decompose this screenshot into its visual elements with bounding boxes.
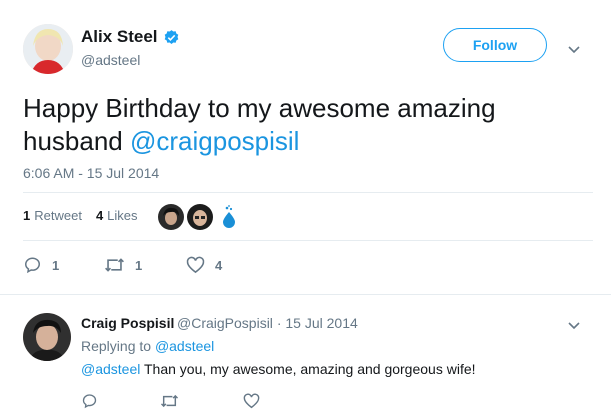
reply-icon (24, 257, 41, 274)
follow-button[interactable]: Follow (443, 28, 547, 62)
tweet-stats: 1 Retweet 4 Likes (23, 208, 152, 223)
reply-author-avatar[interactable] (23, 313, 71, 361)
tweet-mention-link[interactable]: @craigpospisil (130, 126, 299, 156)
chevron-down-icon[interactable] (567, 42, 581, 54)
author-avatar[interactable] (23, 24, 73, 74)
like-icon (186, 256, 205, 274)
liker-avatar[interactable] (216, 204, 242, 230)
reply-icon (82, 394, 97, 409)
liker-avatar[interactable] (187, 204, 213, 230)
divider (23, 192, 593, 193)
likes-count: 4 (95, 208, 104, 223)
reply-body: Than you, my awesome, amazing and gorgeo… (140, 361, 476, 377)
divider (0, 294, 611, 295)
divider (23, 240, 593, 241)
author-name[interactable]: Alix Steel (81, 27, 158, 47)
retweet-count: 1 (135, 257, 143, 273)
reply-count: 1 (52, 257, 60, 273)
retweet-action[interactable] (160, 393, 189, 409)
reply-mention-link[interactable]: @adsteel (81, 361, 140, 377)
like-action[interactable] (243, 393, 270, 409)
reply-author-handle[interactable]: @CraigPospisil (177, 315, 273, 331)
retweet-action[interactable]: 1 (104, 256, 142, 274)
meta-separator: · (276, 315, 282, 331)
reply-date[interactable]: 15 Jul 2014 (285, 315, 357, 331)
like-action[interactable]: 4 (186, 256, 222, 274)
verified-badge-icon (163, 29, 180, 46)
replying-to-link[interactable]: @adsteel (155, 338, 214, 354)
retweet-icon (105, 258, 124, 272)
liker-avatar[interactable] (158, 204, 184, 230)
retweet-stat[interactable]: 1 Retweet (23, 208, 82, 223)
replying-to: Replying to @adsteel (81, 338, 214, 354)
reply-author-name[interactable]: Craig Pospisil (81, 315, 174, 331)
likes-stat[interactable]: 4 Likes (96, 208, 138, 223)
replying-prefix: Replying to (81, 338, 152, 354)
retweet-icon (160, 394, 179, 408)
likes-stat-label: Likes (107, 208, 138, 223)
chevron-down-icon[interactable] (567, 318, 581, 330)
tweet-timestamp[interactable]: 6:06 AM - 15 Jul 2014 (23, 165, 159, 181)
reply-text: @adsteel Than you, my awesome, amazing a… (81, 361, 476, 377)
author-handle[interactable]: @adsteel (81, 52, 140, 68)
retweet-count: 1 (23, 208, 31, 223)
reply-action[interactable]: 1 (23, 256, 59, 274)
reply-meta: @CraigPospisil · 15 Jul 2014 (177, 315, 358, 331)
reply-action[interactable] (81, 393, 108, 409)
like-count: 4 (215, 257, 223, 273)
tweet-text: Happy Birthday to my awesome amazing hus… (23, 92, 593, 158)
retweet-stat-label: Retweet (34, 208, 82, 223)
like-icon (243, 393, 260, 409)
